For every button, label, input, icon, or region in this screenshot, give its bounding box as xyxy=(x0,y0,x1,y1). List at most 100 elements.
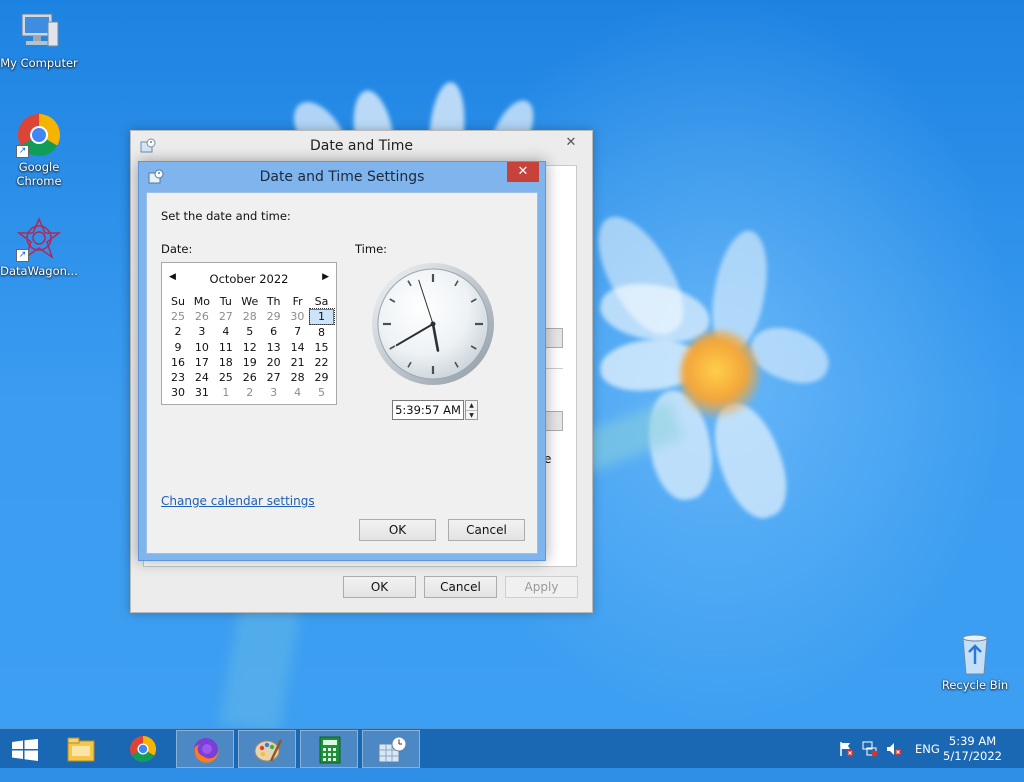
wallpaper-flower-center xyxy=(680,330,760,420)
close-button[interactable]: ✕ xyxy=(556,133,586,153)
wallpaper-stem xyxy=(219,595,301,728)
calendar-day[interactable]: 3 xyxy=(262,385,286,400)
calendar-day[interactable]: 12 xyxy=(238,340,262,355)
calendar-day[interactable]: 3 xyxy=(190,324,214,339)
calendar-day[interactable]: 31 xyxy=(190,385,214,400)
calendar-day[interactable]: 26 xyxy=(190,309,214,324)
calendar-day[interactable]: 22 xyxy=(310,355,334,370)
weekday-header: Tu xyxy=(219,295,232,309)
change-calendar-settings-link[interactable]: Change calendar settings xyxy=(161,494,315,508)
spin-down-button[interactable]: ▼ xyxy=(466,410,477,419)
calendar-day[interactable]: 18 xyxy=(214,355,238,370)
taskbar-date-time[interactable] xyxy=(362,730,420,768)
desktop-icon-label: My Computer xyxy=(0,56,78,70)
dialog-titlebar[interactable]: Date and Time Settings ✕ xyxy=(139,162,545,192)
calendar-day[interactable]: 9 xyxy=(166,340,190,355)
cancel-button[interactable]: Cancel xyxy=(448,519,525,541)
calendar-day[interactable]: 7 xyxy=(286,324,310,339)
desktop-icon-label: Google Chrome xyxy=(16,160,62,188)
start-button[interactable] xyxy=(0,730,50,768)
calendar-day[interactable]: 15 xyxy=(310,340,334,355)
calendar-day[interactable]: 5 xyxy=(238,324,262,339)
paint-icon xyxy=(254,739,283,762)
firefox-icon xyxy=(194,738,219,763)
weekday-header: Mo xyxy=(193,295,210,309)
network-icon[interactable] xyxy=(862,741,878,757)
calendar-day[interactable]: 30 xyxy=(286,309,310,324)
calendar-day[interactable]: 4 xyxy=(214,324,238,339)
calendar-day[interactable]: 1 xyxy=(308,308,335,326)
weekday-header: Th xyxy=(266,295,281,309)
taskbar-calculator[interactable] xyxy=(300,730,358,768)
desktop-icon-recycle-bin[interactable]: Recycle Bin xyxy=(936,630,1014,692)
calendar-day[interactable]: 25 xyxy=(166,309,190,324)
ok-button[interactable]: OK xyxy=(343,576,416,598)
dialog-client-area: Set the date and time: Date: Time: ◀ Oct… xyxy=(146,192,538,554)
calendar-day[interactable]: 16 xyxy=(166,355,190,370)
chrome-icon xyxy=(130,735,157,763)
weekday-header: Su xyxy=(170,295,185,309)
taskbar-firefox[interactable] xyxy=(176,730,234,768)
calendar-grid: Su Mo Tu We Th Fr Sa 25 26 27 28 29 30 1 2 3 4 5 6 7 8 9 10 11 1… xyxy=(166,294,335,400)
cancel-button[interactable]: Cancel xyxy=(424,576,497,598)
desktop-icon-datawagon[interactable]: ↗ DataWagon... xyxy=(0,216,78,278)
instruction-text: Set the date and time: xyxy=(161,209,291,223)
calendar-day[interactable]: 24 xyxy=(190,370,214,385)
ok-button[interactable]: OK xyxy=(359,519,436,541)
clock-center xyxy=(430,321,436,327)
calendar-day[interactable]: 21 xyxy=(286,355,310,370)
calendar-day[interactable]: 19 xyxy=(238,355,262,370)
calendar-day[interactable]: 17 xyxy=(190,355,214,370)
calendar-day[interactable]: 20 xyxy=(262,355,286,370)
calendar-day[interactable]: 29 xyxy=(262,309,286,324)
calendar-month-label[interactable]: October 2022 xyxy=(162,272,336,286)
date-and-time-settings-dialog: Date and Time Settings ✕ Set the date an… xyxy=(138,161,546,561)
calendar-day[interactable]: 5 xyxy=(310,385,334,400)
taskbar-paint[interactable] xyxy=(238,730,296,768)
apply-button: Apply xyxy=(505,576,578,598)
calendar-day[interactable]: 23 xyxy=(166,370,190,385)
desktop-icon-my-computer[interactable]: My Computer xyxy=(0,8,78,70)
calendar-day[interactable]: 27 xyxy=(262,370,286,385)
taskbar-file-explorer[interactable] xyxy=(52,730,110,768)
volume-muted-icon[interactable] xyxy=(886,741,902,757)
calendar-day[interactable]: 28 xyxy=(238,309,262,324)
input-language-indicator[interactable]: ENG xyxy=(915,742,940,782)
close-button[interactable]: ✕ xyxy=(507,162,539,182)
spin-up-button[interactable]: ▲ xyxy=(466,401,477,410)
calendar-day[interactable]: 29 xyxy=(310,370,334,385)
calendar[interactable]: ◀ October 2022 ▶ Su Mo Tu We Th Fr Sa 25 26 27 28 2… xyxy=(161,262,337,405)
calendar-day[interactable]: 2 xyxy=(166,324,190,339)
window-titlebar[interactable]: Date and Time ✕ xyxy=(131,131,592,161)
time-input[interactable]: 5:39:57 AM xyxy=(392,400,464,420)
desktop-icon-google-chrome[interactable]: ↗ Google Chrome xyxy=(0,112,78,188)
calendar-day[interactable]: 28 xyxy=(286,370,310,385)
calendar-day[interactable]: 8 xyxy=(310,324,334,339)
clock-face-icon xyxy=(372,263,494,385)
analog-clock xyxy=(371,262,495,386)
calendar-day[interactable]: 6 xyxy=(262,324,286,339)
calendar-day[interactable]: 27 xyxy=(214,309,238,324)
computer-icon xyxy=(16,8,62,54)
calendar-day[interactable]: 1 xyxy=(214,385,238,400)
taskbar: ENG 5:39 AM 5/17/2022 xyxy=(0,728,1024,768)
weekday-header: We xyxy=(241,295,259,309)
calendar-day[interactable]: 10 xyxy=(190,340,214,355)
calendar-day[interactable]: 13 xyxy=(262,340,286,355)
action-center-flag-icon[interactable] xyxy=(838,741,854,757)
calendar-day[interactable]: 14 xyxy=(286,340,310,355)
recycle-bin-icon xyxy=(952,630,998,676)
taskbar-time: 5:39 AM xyxy=(948,734,997,748)
calendar-day[interactable]: 2 xyxy=(238,385,262,400)
calendar-day[interactable]: 26 xyxy=(238,370,262,385)
time-spinner[interactable]: ▲ ▼ xyxy=(465,400,478,420)
next-month-button[interactable]: ▶ xyxy=(322,272,329,282)
datawagon-icon: ↗ xyxy=(16,216,62,262)
calendar-day[interactable]: 4 xyxy=(286,385,310,400)
taskbar-clock[interactable]: 5:39 AM 5/17/2022 xyxy=(943,734,1002,764)
calendar-day[interactable]: 11 xyxy=(214,340,238,355)
calendar-day[interactable]: 25 xyxy=(214,370,238,385)
taskbar-chrome[interactable] xyxy=(114,730,172,768)
date-label: Date: xyxy=(161,242,193,256)
calendar-day[interactable]: 30 xyxy=(166,385,190,400)
